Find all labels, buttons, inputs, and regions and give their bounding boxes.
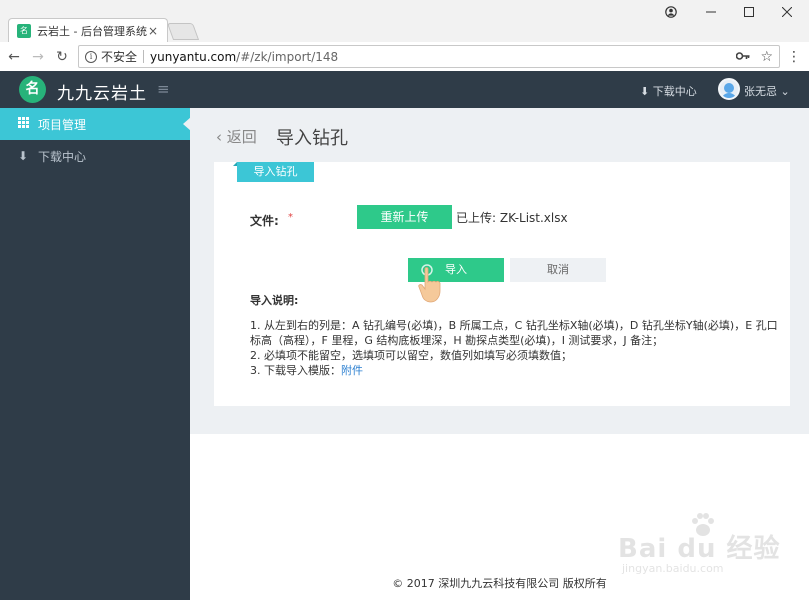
reupload-button[interactable]: 重新上传	[357, 205, 452, 229]
required-mark: *	[288, 212, 293, 223]
maximize-icon[interactable]	[734, 6, 764, 21]
footer-copyright: © 2017 深圳九九云科技有限公司 版权所有	[392, 577, 607, 590]
uploaded-file-text: 已上传: ZK-List.xlsx	[456, 211, 568, 225]
info-icon[interactable]: i	[85, 50, 97, 63]
tab-title: 云岩土 - 后台管理系统	[37, 24, 147, 38]
close-window-icon[interactable]	[772, 6, 802, 21]
profile-icon[interactable]	[656, 6, 686, 21]
browser-menu-icon[interactable]: ⋮	[787, 49, 801, 65]
browser-chrome: 名 云岩土 - 后台管理系统 × ← → ↻ i 不安全 yunyantu.co…	[0, 0, 809, 71]
tab-strip: 名 云岩土 - 后台管理系统 ×	[0, 0, 809, 42]
sidebar: 项目管理 ⬇ 下载中心	[0, 108, 191, 600]
app-header: 名 九九云岩土 ≡ ⬇ 下载中心 张无忌 ⌄	[0, 71, 809, 108]
bookmark-star-icon[interactable]: ☆	[760, 49, 773, 65]
main-content: ‹ 返回 导入钻孔 导入钻孔 文件: * 重新上传 已上传: ZK-List.x…	[190, 108, 809, 600]
sidebar-item-label: 项目管理	[38, 117, 87, 132]
content-area: ‹ 返回 导入钻孔 导入钻孔 文件: * 重新上传 已上传: ZK-List.x…	[190, 108, 809, 434]
header-download-center[interactable]: ⬇ 下载中心	[640, 83, 697, 99]
chevron-left-icon: ‹	[216, 128, 222, 146]
minimize-icon[interactable]	[696, 6, 726, 21]
back-link[interactable]: ‹ 返回	[216, 126, 257, 147]
reload-icon[interactable]: ↻	[52, 49, 72, 65]
sidebar-item-project-management[interactable]: 项目管理	[0, 108, 191, 140]
new-tab-button[interactable]	[166, 23, 200, 40]
insecure-label: 不安全	[101, 50, 138, 64]
card-tab-label: 导入钻孔	[233, 162, 314, 182]
hand-pointer-icon	[418, 264, 441, 303]
favicon-icon: 名	[17, 23, 31, 38]
chevron-down-icon: ⌄	[780, 85, 790, 98]
download-arrow-icon: ⬇	[640, 85, 650, 98]
address-bar[interactable]: i 不安全 yunyantu.com/#/zk/import/148 ☆	[78, 45, 780, 68]
instruction-item: 2. 必填项不能留空，选填项可以留空，数值列如填写必须填数值；	[250, 349, 572, 362]
attachment-link[interactable]: 附件	[341, 364, 363, 377]
hamburger-menu-icon[interactable]: ≡	[157, 80, 170, 98]
instruction-item: 3. 下载导入模版：附件	[250, 364, 363, 377]
download-arrow-icon: ⬇	[17, 149, 29, 163]
back-arrow-icon[interactable]: ←	[4, 49, 24, 65]
cancel-button[interactable]: 取消	[510, 258, 606, 282]
import-card: 导入钻孔 文件: * 重新上传 已上传: ZK-List.xlsx 导入 取消 …	[214, 162, 790, 406]
sidebar-item-download-center[interactable]: ⬇ 下载中心	[0, 140, 190, 172]
sidebar-item-label: 下载中心	[38, 149, 87, 164]
browser-tab[interactable]: 名 云岩土 - 后台管理系统 ×	[8, 18, 168, 42]
instructions-list: 1. 从左到右的列是：A 钻孔编号(必填)，B 所属工点，C 钻孔坐标X轴(必填…	[250, 318, 782, 378]
tab-close-icon[interactable]: ×	[147, 24, 159, 38]
file-label: 文件:	[250, 214, 279, 228]
grid-icon	[16, 117, 30, 131]
instruction-item: 1. 从左到右的列是：A 钻孔编号(必填)，B 所属工点，C 钻孔坐标X轴(必填…	[250, 319, 778, 347]
user-menu[interactable]: 张无忌 ⌄	[744, 83, 790, 99]
key-icon[interactable]	[736, 50, 750, 64]
brand-name[interactable]: 九九云岩土	[57, 79, 147, 104]
url-text[interactable]: yunyantu.com/#/zk/import/148	[150, 50, 736, 64]
page-title: 导入钻孔	[276, 128, 348, 149]
instructions-title: 导入说明:	[250, 294, 299, 307]
forward-arrow-icon[interactable]: →	[28, 49, 48, 65]
user-avatar[interactable]	[718, 78, 740, 100]
omnibox-divider	[143, 50, 145, 63]
browser-toolbar: ← → ↻ i 不安全 yunyantu.com/#/zk/import/148…	[0, 42, 809, 71]
brand-logo[interactable]: 名	[19, 76, 46, 103]
